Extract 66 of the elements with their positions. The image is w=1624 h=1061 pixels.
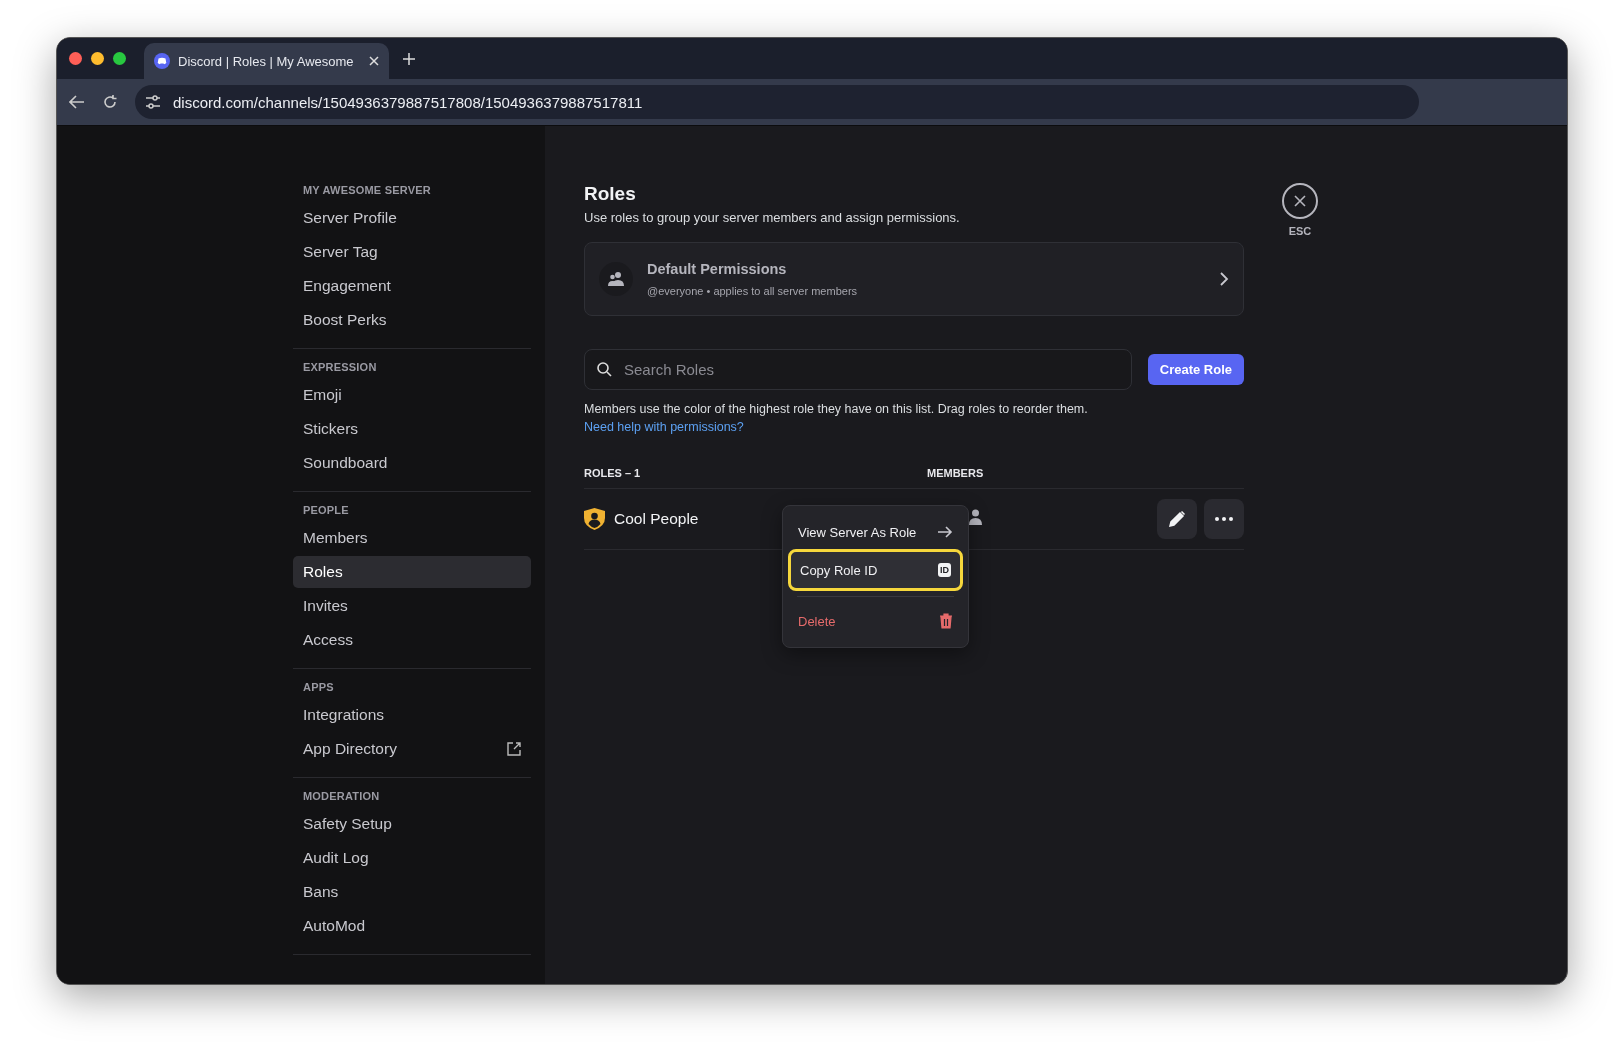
section-header: PEOPLE [302,504,350,518]
people-icon [599,262,633,296]
sidebar-item[interactable]: Safety Setup [293,808,531,840]
discord-logo-icon [154,53,170,69]
default-permissions-card[interactable]: Default Permissions @everyone • applies to all server members [584,242,1244,316]
column-header: MEMBERS [927,467,985,479]
section-header: APPS [302,681,335,695]
trash-icon [939,613,953,629]
card-subtitle: @everyone • applies to all server members [647,285,859,297]
more-button[interactable] [1204,499,1244,539]
new-tab-icon[interactable] [403,52,415,65]
sidebar-item[interactable]: AutoMod [293,910,531,942]
section-header: MODERATION [302,790,381,804]
role-name: Cool People [614,510,699,528]
sidebar-item[interactable]: Access [293,624,531,656]
browser-tab[interactable]: Discord | Roles | My Awesome [144,43,389,79]
page-title: Roles [584,183,637,205]
search-field[interactable]: Search Roles [584,349,1132,390]
member-icon [969,509,982,525]
search-input[interactable]: Search Roles [622,360,1119,379]
help-link[interactable]: Need help with permissions? [584,420,744,434]
tab-title: Discord | Roles | My Awesome [178,53,355,69]
address-bar[interactable]: discord.com/channels/1504936379887517808/1504936379887517811 [135,85,1419,119]
id-icon: ID [938,563,951,577]
url-text: discord.com/channels/1504936379887517808/1504936379887517811 [173,93,643,111]
reload-icon[interactable] [103,95,117,109]
sidebar-item[interactable]: Server Tag [293,236,531,268]
menu-item[interactable]: View Server As Role [789,514,962,550]
sidebar-item[interactable]: Roles [293,556,531,588]
column-header: ROLES – 1 [584,467,642,479]
sidebar-item[interactable]: Invites [293,590,531,622]
search-icon [597,362,612,377]
section-header: MY AWESOME SERVER [302,184,432,198]
sidebar-item[interactable]: Members [293,522,531,554]
more-icon [1215,517,1233,521]
sidebar-item[interactable]: Stickers [293,413,531,445]
sidebar-item[interactable]: Bans [293,876,531,908]
close-button[interactable] [1282,183,1318,219]
sidebar-item[interactable]: Boost Perks [293,304,531,336]
sidebar-item[interactable]: Integrations [293,699,531,731]
pencil-icon [1168,510,1186,528]
sidebar-item[interactable]: Audit Log [293,842,531,874]
sidebar-item[interactable]: Engagement [293,270,531,302]
chevron-right-icon [1220,272,1229,286]
site-settings-icon[interactable] [145,95,161,109]
sidebar-item[interactable]: App Directory [293,733,531,765]
page-subtitle: Use roles to group your server members and assign permissions. [584,210,961,225]
window-close-control[interactable] [69,52,82,65]
close-icon[interactable] [369,56,379,66]
menu-item[interactable]: Delete [789,603,962,639]
close-icon [1294,195,1306,207]
window-zoom-control[interactable] [113,52,126,65]
sidebar-item[interactable]: Emoji [293,379,531,411]
menu-item[interactable]: Copy Role ID ID [791,552,960,588]
back-icon[interactable] [69,95,85,109]
edit-button[interactable] [1157,499,1197,539]
window-minimize-control[interactable] [91,52,104,65]
section-header: EXPRESSION [302,361,378,375]
arrow-icon [937,526,953,538]
help-text: Members use the color of the highest role they have on this list. Drag roles to reorder them. Need help with permissions? [584,401,1089,436]
esc-label: ESC [1288,225,1312,237]
card-title: Default Permissions [647,261,788,277]
sidebar-item[interactable]: Server Profile [293,202,531,234]
sidebar-item[interactable]: Soundboard [293,447,531,479]
external-link-icon [507,742,521,756]
create-role-button[interactable]: Create Role [1147,354,1244,385]
